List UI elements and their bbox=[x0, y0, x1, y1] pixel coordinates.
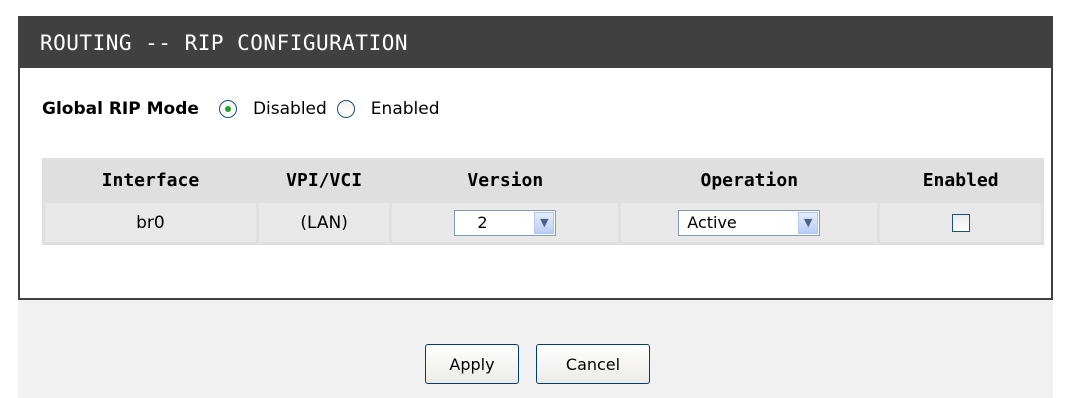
chevron-down-icon: ▼ bbox=[534, 211, 555, 234]
header-interface: Interface bbox=[45, 161, 256, 200]
cell-version: 2 ▼ bbox=[392, 203, 619, 242]
global-rip-mode-row: Global RIP Mode Disabled Enabled bbox=[42, 96, 450, 122]
header-enabled: Enabled bbox=[880, 161, 1041, 200]
header-operation: Operation bbox=[621, 161, 878, 200]
header-vpi-vci: VPI/VCI bbox=[258, 161, 390, 200]
rip-config-panel: ROUTING -- RIP CONFIGURATION Global RIP … bbox=[18, 16, 1053, 300]
global-rip-mode-label: Global RIP Mode bbox=[42, 99, 199, 119]
cell-interface: br0 bbox=[45, 203, 256, 242]
operation-select[interactable]: Active ▼ bbox=[678, 209, 821, 236]
cancel-button[interactable]: Cancel bbox=[536, 344, 650, 384]
radio-enabled[interactable] bbox=[336, 100, 355, 118]
radio-disabled-label: Disabled bbox=[252, 99, 327, 119]
version-select-value: 2 bbox=[477, 213, 488, 232]
enabled-checkbox[interactable] bbox=[951, 213, 970, 232]
operation-select-value: Active bbox=[687, 213, 737, 232]
page-title: ROUTING -- RIP CONFIGURATION bbox=[20, 18, 1051, 68]
rip-interface-table: Interface VPI/VCI Version Operation Enab… bbox=[42, 158, 1044, 245]
radio-disabled[interactable] bbox=[218, 100, 237, 118]
apply-button[interactable]: Apply bbox=[425, 344, 519, 384]
radio-enabled-label: Enabled bbox=[370, 99, 440, 119]
chevron-down-icon: ▼ bbox=[798, 211, 819, 234]
cell-operation: Active ▼ bbox=[621, 203, 878, 242]
version-select[interactable]: 2 ▼ bbox=[454, 209, 557, 236]
table-row: br0 (LAN) 2 ▼ Active ▼ bbox=[45, 203, 1041, 242]
cell-enabled bbox=[880, 203, 1041, 242]
cell-vpi-vci: (LAN) bbox=[258, 203, 390, 242]
header-version: Version bbox=[392, 161, 619, 200]
table-header-row: Interface VPI/VCI Version Operation Enab… bbox=[45, 161, 1041, 200]
